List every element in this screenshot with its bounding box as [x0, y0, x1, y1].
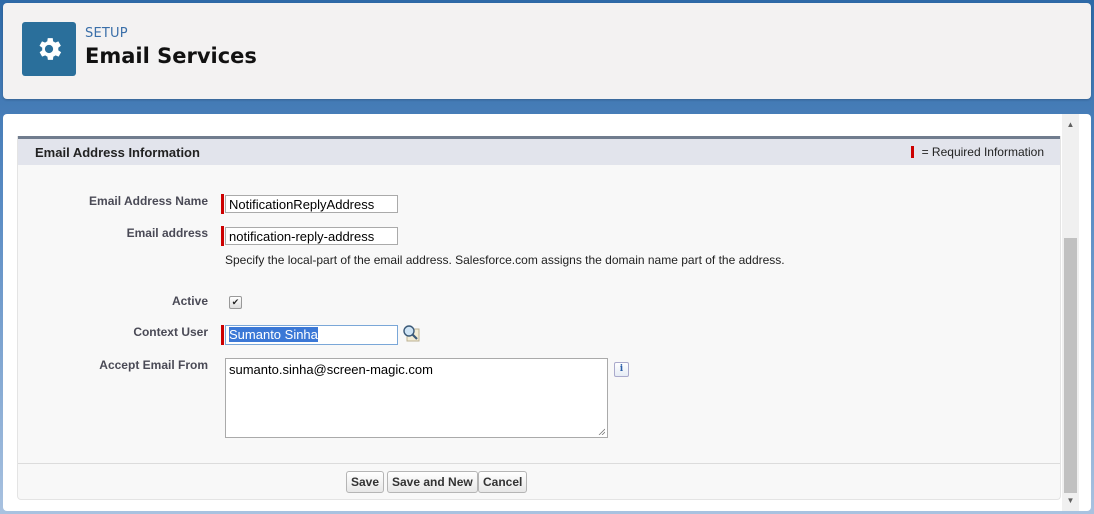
section-title: Email Address Information [35, 145, 200, 160]
resize-grip-icon[interactable] [598, 428, 605, 435]
page-title: Email Services [85, 44, 257, 68]
required-marker-icon [221, 226, 224, 246]
email-address-help-text: Specify the local-part of the email addr… [225, 253, 785, 267]
email-address-input[interactable]: notification-reply-address [225, 227, 398, 245]
cancel-button[interactable]: Cancel [478, 471, 528, 493]
footer-divider [18, 463, 1060, 464]
scroll-down-arrow-icon[interactable]: ▼ [1062, 492, 1079, 509]
required-legend-text: = Required Information [921, 145, 1044, 159]
active-checkbox[interactable]: ✔ [229, 296, 242, 309]
context-user-label: Context User [133, 325, 208, 339]
main-content: Email Address Information = Required Inf… [3, 114, 1091, 511]
gear-icon [22, 22, 76, 76]
lookup-magnifier-icon[interactable] [402, 324, 420, 342]
info-icon[interactable]: i [614, 362, 629, 377]
email-address-label: Email address [126, 226, 208, 240]
email-address-information-section: Email Address Information = Required Inf… [17, 136, 1061, 500]
accept-email-from-value: sumanto.sinha@screen-magic.com [229, 362, 433, 377]
scrollbar-thumb[interactable] [1064, 238, 1077, 493]
section-header: Email Address Information = Required Inf… [18, 136, 1060, 165]
accept-email-from-textarea[interactable]: sumanto.sinha@screen-magic.com [225, 358, 608, 438]
breadcrumb-setup: SETUP [85, 26, 128, 41]
page-header: SETUP Email Services [3, 3, 1091, 99]
accept-email-from-label: Accept Email From [99, 358, 208, 372]
required-marker-icon [221, 194, 224, 214]
context-user-input[interactable]: Sumanto Sinha [225, 325, 398, 345]
scroll-up-arrow-icon[interactable]: ▲ [1062, 116, 1079, 133]
required-marker-icon [910, 146, 914, 158]
context-user-value: Sumanto Sinha [229, 327, 318, 342]
email-address-name-label: Email Address Name [89, 194, 208, 208]
save-button[interactable]: Save [346, 471, 385, 493]
active-label: Active [171, 294, 208, 308]
save-and-new-button[interactable]: Save and New [387, 471, 478, 493]
email-address-name-input[interactable]: NotificationReplyAddress [225, 195, 398, 213]
vertical-scrollbar[interactable]: ▲ ▼ [1062, 114, 1079, 511]
required-legend: = Required Information [910, 145, 1044, 159]
required-marker-icon [221, 325, 224, 345]
